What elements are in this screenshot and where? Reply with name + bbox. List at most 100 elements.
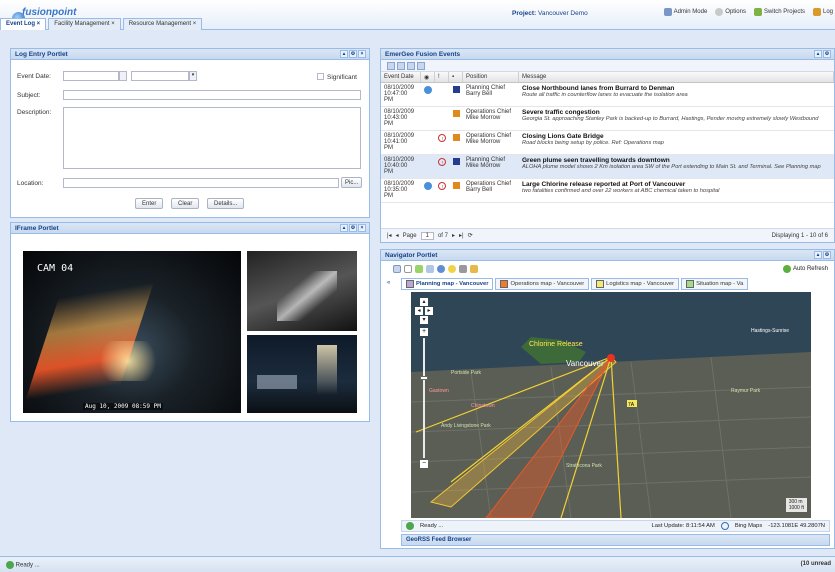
- map-toolbar: [393, 265, 478, 273]
- edit-event-icon[interactable]: [397, 62, 405, 70]
- tab-situation-map[interactable]: Situation map - Va: [681, 278, 749, 290]
- portlet-tools: ▴ ⚙: [814, 50, 831, 58]
- description-textarea[interactable]: [63, 107, 361, 169]
- unread-count[interactable]: (10 unread: [801, 561, 831, 567]
- pan-left-icon[interactable]: ◂: [415, 307, 423, 315]
- table-row[interactable]: 08/10/2009 10:40:00 PM ! Planning Chief Mi…: [381, 155, 834, 179]
- release-marker-icon[interactable]: [607, 354, 615, 362]
- significant-checkbox[interactable]: [317, 73, 324, 80]
- col-icon-3[interactable]: ▪: [449, 72, 463, 82]
- table-row[interactable]: 08/10/2009 10:43:00 PM Operations Chief Mi…: [381, 107, 834, 131]
- tab-facility-management[interactable]: Facility Management ×: [48, 18, 121, 30]
- tab-resource-management[interactable]: Resource Management ×: [122, 18, 203, 30]
- log-button[interactable]: Log: [812, 8, 833, 16]
- app-logo: fusionpoint: [8, 7, 77, 25]
- pan-up-icon[interactable]: ▴: [420, 298, 428, 306]
- top-menu: Admin Mode Options Switch Projects Log: [663, 8, 833, 16]
- admin-mode-button[interactable]: Admin Mode: [663, 8, 707, 16]
- settings-icon[interactable]: ⚙: [349, 224, 357, 232]
- zoom-in-icon[interactable]: +: [420, 328, 428, 336]
- zoom-handle[interactable]: [420, 376, 428, 380]
- close-icon[interactable]: ×: [358, 224, 366, 232]
- collapse-icon[interactable]: ▴: [814, 50, 822, 58]
- print-tool-icon[interactable]: [459, 265, 467, 273]
- globe-icon: [424, 182, 432, 190]
- collapse-icon[interactable]: ▴: [340, 50, 348, 58]
- last-page-icon[interactable]: ▸|: [459, 232, 464, 239]
- switch-projects-button[interactable]: Switch Projects: [753, 8, 805, 16]
- auto-refresh-button[interactable]: Auto Refresh: [782, 265, 828, 273]
- map-view[interactable]: Chlorine Release Vancouver Portside Park…: [411, 292, 811, 518]
- print-icon[interactable]: [417, 62, 425, 70]
- close-icon[interactable]: ×: [358, 50, 366, 58]
- release-label: Chlorine Release: [529, 341, 583, 348]
- options-button[interactable]: Options: [715, 8, 746, 16]
- camera-feed-tertiary: [247, 335, 357, 413]
- zoom-slider[interactable]: [420, 338, 428, 458]
- line-tool-icon[interactable]: [415, 265, 423, 273]
- headlights: [93, 341, 163, 381]
- table-row[interactable]: 08/10/2009 10:47:00 PM Planning Chief Barr…: [381, 83, 834, 107]
- col-position[interactable]: Position: [463, 72, 519, 82]
- bulb-tool-icon[interactable]: [448, 265, 456, 273]
- road-lights: [277, 271, 337, 321]
- log-entry-portlet: Log Entry Portlet ▴ ⚙ × Event Date: ▾ Sign…: [10, 48, 370, 218]
- col-icon-2[interactable]: !: [435, 72, 449, 82]
- settings-icon[interactable]: ⚙: [823, 251, 831, 259]
- chevron-down-icon[interactable]: ▾: [189, 71, 197, 81]
- map-provider[interactable]: Bing Maps: [735, 523, 762, 529]
- calendar-icon[interactable]: [119, 71, 127, 81]
- col-icon-1[interactable]: ◉: [421, 72, 435, 82]
- pick-location-button[interactable]: Pic...: [341, 177, 363, 188]
- clear-button[interactable]: Clear: [171, 198, 200, 209]
- collapse-icon[interactable]: ▴: [340, 224, 348, 232]
- georss-panel-header[interactable]: GeoRSS Feed Browser: [401, 534, 830, 546]
- strathcona-label: Strathcona Park: [566, 463, 602, 469]
- refresh-icon[interactable]: [407, 62, 415, 70]
- settings-icon[interactable]: ⚙: [349, 50, 357, 58]
- navigator-portlet: Navigator Portlet ▴ ⚙ Auto Refresh « Plan…: [380, 249, 835, 549]
- pan-down-icon[interactable]: ▾: [420, 316, 428, 324]
- display-count: Displaying 1 - 10 of 6: [771, 232, 828, 239]
- globe-icon: [424, 86, 432, 94]
- tab-logistics-map[interactable]: Logistics map - Vancouver: [591, 278, 680, 290]
- pan-right-icon[interactable]: ▸: [425, 307, 433, 315]
- category-icon: [452, 182, 460, 189]
- table-row[interactable]: 08/10/2009 10:35:00 PM ! Operations Chief…: [381, 179, 834, 203]
- collapse-icon[interactable]: ▴: [814, 251, 822, 259]
- col-event-date[interactable]: Event Date: [381, 72, 421, 82]
- info-tool-icon[interactable]: [437, 265, 445, 273]
- zoom-out-icon[interactable]: −: [420, 460, 428, 468]
- select-tool-icon[interactable]: [393, 265, 401, 273]
- subject-input[interactable]: [63, 90, 361, 100]
- tab-event-log[interactable]: Event Log ×: [0, 18, 47, 30]
- enter-button[interactable]: Enter: [135, 198, 164, 209]
- tab-planning-map[interactable]: Planning map - Vancouver: [401, 278, 494, 290]
- vehicle: [257, 375, 297, 389]
- page-input[interactable]: 1: [420, 231, 434, 240]
- iframe-portlet: IFrame Portlet ▴ ⚙ × CAM 04 Aug 10, 2009 0…: [10, 222, 370, 422]
- tab-operations-map[interactable]: Operations map - Vancouver: [495, 278, 590, 290]
- ready-icon: [6, 561, 14, 569]
- col-message[interactable]: Message: [519, 72, 834, 82]
- event-date-label: Event Date:: [17, 73, 51, 80]
- refresh-icon[interactable]: ⟳: [468, 232, 473, 239]
- project-label: Project:: [512, 10, 537, 17]
- first-page-icon[interactable]: |◂: [387, 232, 392, 239]
- draw-tool-icon[interactable]: [470, 265, 478, 273]
- pan-tool-icon[interactable]: [404, 265, 412, 273]
- event-date-input[interactable]: [63, 71, 119, 81]
- zoom-tool-icon[interactable]: [426, 265, 434, 273]
- settings-icon[interactable]: ⚙: [823, 50, 831, 58]
- next-page-icon[interactable]: ▸: [452, 232, 455, 239]
- last-update-text: Last Update: 8:11:54 AM: [651, 523, 715, 529]
- log-icon: [812, 8, 821, 16]
- event-time-select[interactable]: [131, 71, 189, 81]
- prev-page-icon[interactable]: ◂: [396, 232, 399, 239]
- app-name: fusionpoint: [22, 7, 77, 18]
- portlet-tools: ▴ ⚙ ×: [340, 224, 366, 232]
- details-button[interactable]: Details...: [207, 198, 245, 209]
- table-row[interactable]: 08/10/2009 10:41:00 PM ! Operations Chief…: [381, 131, 834, 155]
- add-event-icon[interactable]: [387, 62, 395, 70]
- location-input[interactable]: [63, 178, 339, 188]
